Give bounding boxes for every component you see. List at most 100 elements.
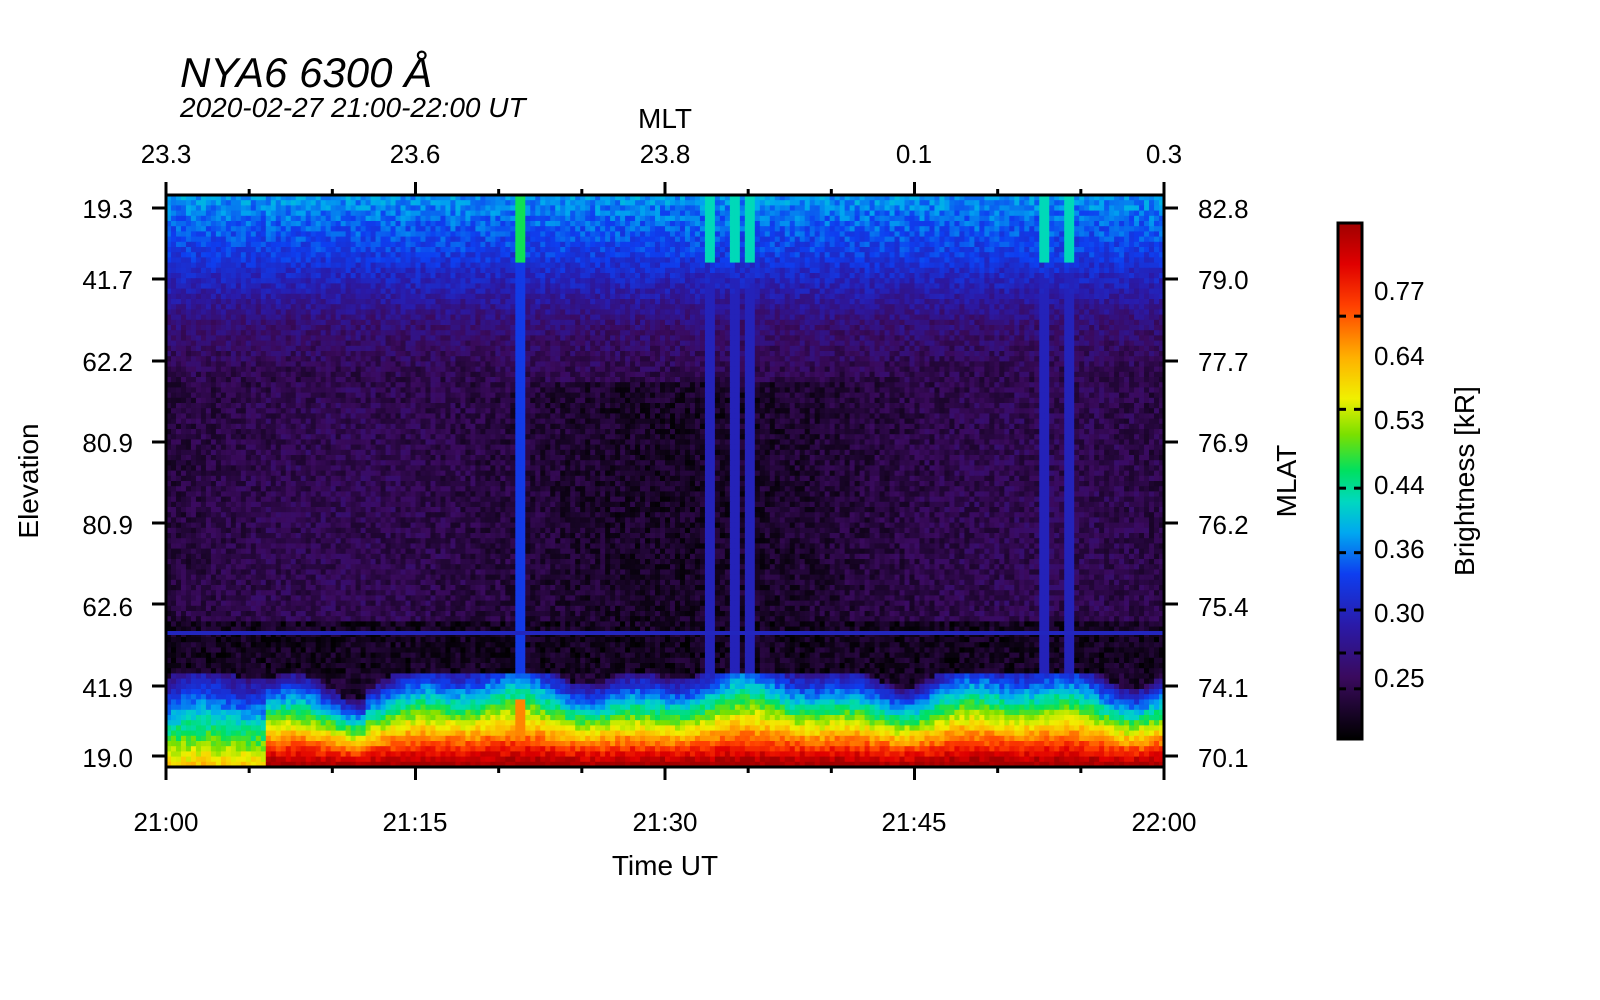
heatmap-cell	[795, 304, 801, 310]
heatmap-cell	[964, 252, 970, 258]
heatmap-cell	[959, 304, 965, 310]
heatmap-cell	[490, 315, 496, 321]
heatmap-cell	[695, 283, 701, 289]
heatmap-cell	[500, 252, 506, 258]
heatmap-cell	[1154, 268, 1160, 274]
heatmap-cell	[336, 289, 342, 295]
heatmap-cell	[620, 257, 626, 263]
heatmap-cell	[216, 273, 222, 279]
heatmap-cell	[745, 247, 751, 253]
heatmap-cell	[336, 216, 342, 222]
heatmap-cell	[316, 231, 322, 237]
heatmap-cell	[989, 205, 995, 211]
heatmap-cell	[670, 242, 676, 248]
heatmap-cell	[670, 309, 676, 315]
heatmap-cell	[570, 226, 576, 232]
heatmap-cell	[625, 231, 631, 237]
heatmap-cell	[870, 294, 876, 300]
heatmap-cell	[211, 211, 217, 217]
heatmap-cell	[1074, 242, 1080, 248]
heatmap-cell	[191, 226, 197, 232]
heatmap-cell	[585, 268, 591, 274]
heatmap-cell	[705, 294, 711, 300]
heatmap-cell	[261, 221, 267, 227]
heatmap-cell	[840, 200, 846, 206]
heatmap-cell	[1009, 226, 1015, 232]
heatmap-cell	[964, 309, 970, 315]
heatmap-cell	[705, 237, 711, 243]
heatmap-cell	[765, 231, 771, 237]
heatmap-cell	[336, 315, 342, 321]
heatmap-cell	[840, 205, 846, 211]
heatmap-cell	[1004, 237, 1010, 243]
heatmap-cell	[680, 221, 686, 227]
heatmap-cell	[910, 278, 916, 284]
heatmap-cell	[420, 200, 426, 206]
heatmap-cell	[585, 299, 591, 305]
heatmap-cell	[969, 200, 975, 206]
heatmap-cell	[1114, 289, 1120, 295]
heatmap-cell	[1069, 304, 1075, 310]
heatmap-cell	[954, 273, 960, 279]
heatmap-cell	[206, 200, 212, 206]
heatmap-cell	[590, 304, 596, 310]
heatmap-cell	[974, 289, 980, 295]
heatmap-cell	[835, 247, 841, 253]
heatmap-cell	[1019, 205, 1025, 211]
heatmap-cell	[326, 257, 332, 263]
heatmap-cell	[680, 200, 686, 206]
heatmap-cell	[750, 304, 756, 310]
heatmap-cell	[361, 247, 367, 253]
heatmap-cell	[910, 226, 916, 232]
heatmap-cell	[181, 200, 187, 206]
heatmap-cell	[875, 200, 881, 206]
heatmap-cell	[396, 205, 402, 211]
heatmap-cell	[276, 231, 282, 237]
heatmap-cell	[785, 226, 791, 232]
heatmap-cell	[505, 289, 511, 295]
heatmap-cell	[246, 299, 252, 305]
heatmap-cell	[835, 278, 841, 284]
heatmap-cell	[775, 309, 781, 315]
heatmap-cell	[1049, 205, 1055, 211]
heatmap-cell	[585, 263, 591, 269]
heatmap-cell	[924, 257, 930, 263]
heatmap-cell	[720, 252, 726, 258]
heatmap-cell	[381, 320, 387, 326]
heatmap-cell	[455, 226, 461, 232]
heatmap-cell	[994, 283, 1000, 289]
heatmap-cell	[226, 257, 232, 263]
heatmap-cell	[186, 268, 192, 274]
heatmap-cell	[880, 278, 886, 284]
heatmap-cell	[535, 252, 541, 258]
heatmap-cell	[1029, 309, 1035, 315]
heatmap-cell	[700, 273, 706, 279]
heatmap-cell	[915, 205, 921, 211]
heatmap-cell	[820, 299, 826, 305]
heatmap-cell	[1059, 211, 1065, 217]
heatmap-cell	[919, 283, 925, 289]
heatmap-cell	[1064, 268, 1070, 274]
heatmap-cell	[1039, 200, 1045, 206]
heatmap-cell	[271, 226, 277, 232]
heatmap-cell	[745, 268, 751, 274]
heatmap-cell	[460, 263, 466, 269]
heatmap-cell	[855, 211, 861, 217]
heatmap-cell	[954, 216, 960, 222]
heatmap-cell	[1099, 252, 1105, 258]
heatmap-cell	[246, 320, 252, 326]
heatmap-cell	[1014, 283, 1020, 289]
heatmap-cell	[1109, 268, 1115, 274]
heatmap-cell	[765, 320, 771, 326]
heatmap-cell	[994, 320, 1000, 326]
heatmap-cell	[1149, 299, 1155, 305]
heatmap-cell	[954, 294, 960, 300]
heatmap-cell	[924, 205, 930, 211]
heatmap-cell	[341, 247, 347, 253]
heatmap-cell	[346, 278, 352, 284]
heatmap-cell	[440, 320, 446, 326]
heatmap-cell	[959, 242, 965, 248]
heatmap-cell	[630, 252, 636, 258]
heatmap-cell	[820, 294, 826, 300]
heatmap-cell	[530, 226, 536, 232]
